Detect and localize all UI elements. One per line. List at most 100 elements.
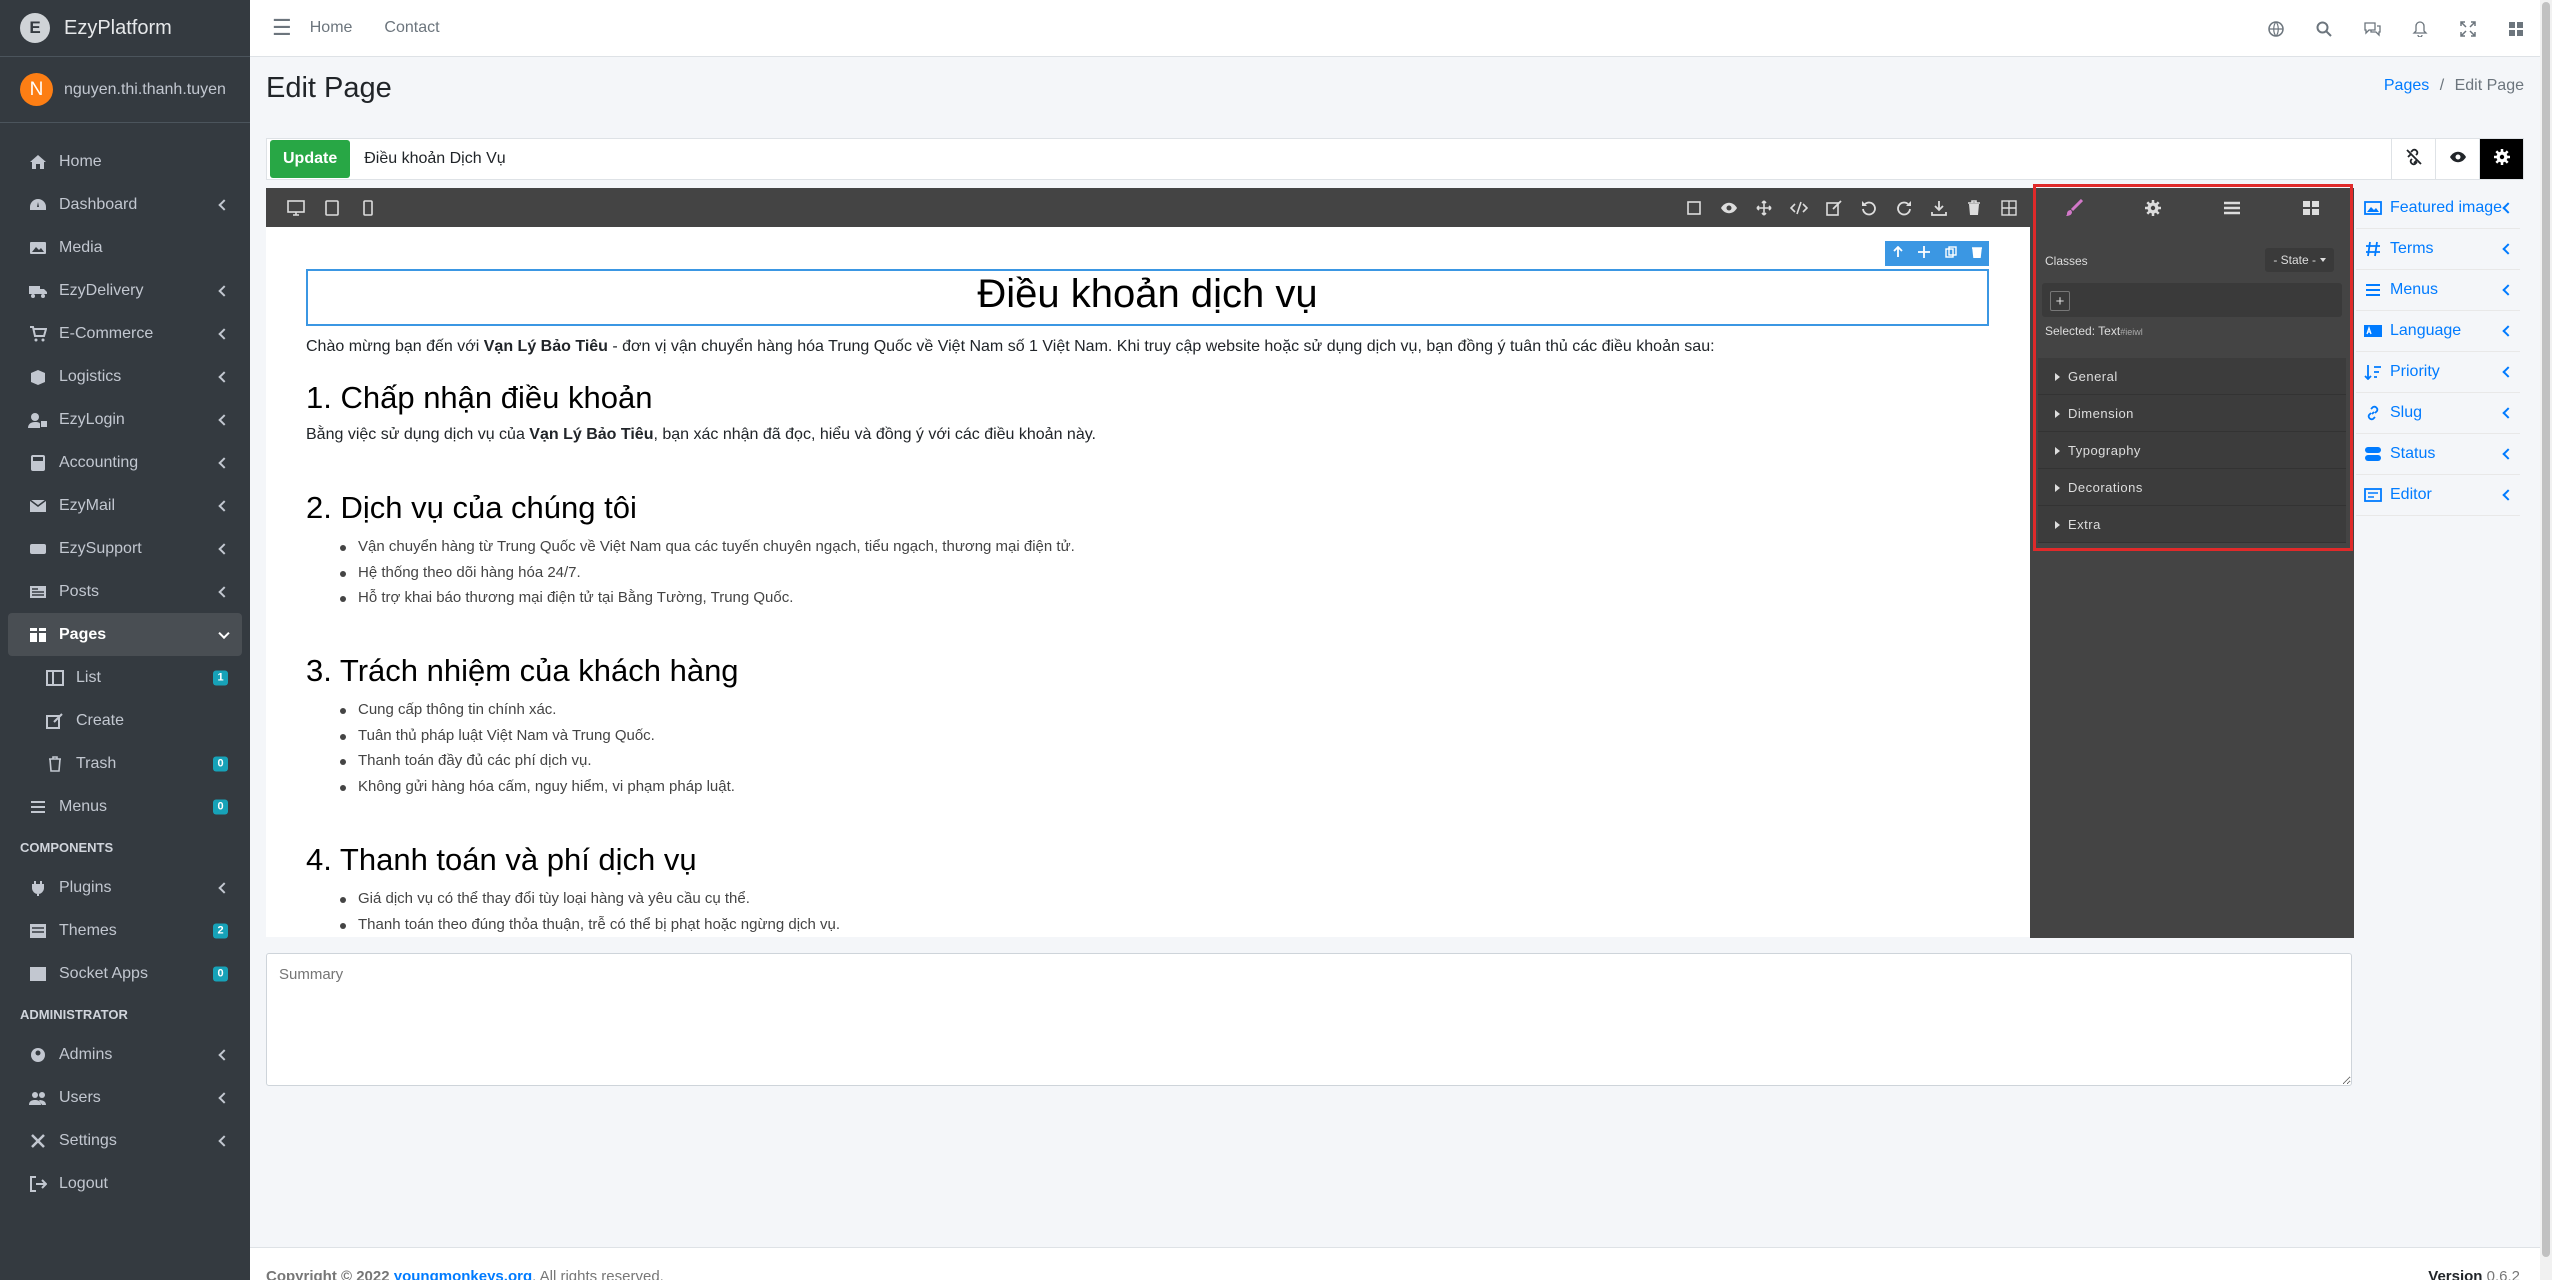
option-label: Language <box>2390 322 2462 339</box>
page-scrollbar[interactable] <box>2540 0 2552 1280</box>
sidebar-item-settings[interactable]: Settings <box>0 1119 250 1162</box>
section-2-title[interactable]: 2. Dịch vụ của chúng tôi <box>306 490 637 526</box>
truck-icon <box>27 283 49 299</box>
list-item[interactable]: Thanh toán đầy đủ các phí dịch vụ. <box>340 752 592 769</box>
settings-button[interactable] <box>2479 139 2523 179</box>
mobile-icon[interactable] <box>350 199 386 216</box>
undo-icon[interactable] <box>1851 200 1886 216</box>
sidebar-item-accounting[interactable]: Accounting <box>0 441 250 484</box>
sidebar-item-pages-create[interactable]: Create <box>0 699 250 742</box>
sidebar-item-pages-list[interactable]: List 1 <box>0 656 250 699</box>
chevron-left-icon <box>218 499 230 512</box>
list-item[interactable]: Thanh toán theo đúng thỏa thuận, trễ có … <box>339 916 840 933</box>
sidebar-item-media[interactable]: Media <box>0 226 250 269</box>
redo-icon[interactable] <box>1886 200 1921 216</box>
list-item[interactable]: Vận chuyển hàng từ Trung Quốc về Việt Na… <box>340 538 1075 555</box>
sidebar-item-posts[interactable]: Posts <box>0 570 250 613</box>
nav-link-contact[interactable]: Contact <box>384 19 439 37</box>
delete-icon[interactable] <box>1971 245 1982 263</box>
grid-import-icon[interactable] <box>1991 199 2026 216</box>
section-4-title[interactable]: 4. Thanh toán và phí dịch vụ <box>306 842 697 878</box>
navbar-right <box>2252 0 2540 57</box>
sidebar-item-ezymail[interactable]: EzyMail <box>0 484 250 527</box>
option-slug[interactable]: Slug <box>2356 393 2520 434</box>
list-item[interactable]: Cung cấp thông tin chính xác. <box>339 701 556 718</box>
list-item[interactable]: Không gửi hàng hóa cấm, nguy hiểm, vi ph… <box>340 778 735 795</box>
chevron-left-icon <box>2502 407 2514 419</box>
footer-link[interactable]: youngmonkeys.org <box>394 1268 532 1280</box>
sidebar-item-logout[interactable]: Logout <box>0 1162 250 1205</box>
option-menus[interactable]: Menus <box>2356 270 2520 311</box>
option-priority[interactable]: Priority <box>2356 352 2520 393</box>
sidebar-item-home[interactable]: Home <box>0 140 250 183</box>
option-featured-image[interactable]: Featured image <box>2356 188 2520 229</box>
option-status[interactable]: Status <box>2356 434 2520 475</box>
desktop-icon[interactable] <box>278 199 314 216</box>
square-outline-icon[interactable] <box>1676 200 1711 215</box>
sidebar-item-dashboard[interactable]: Dashboard <box>0 183 250 226</box>
posts-icon <box>27 584 49 600</box>
globe-icon[interactable] <box>2252 20 2300 37</box>
version-number: 0.6.2 <box>2482 1268 2520 1280</box>
sidebar-item-users[interactable]: Users <box>0 1076 250 1119</box>
code-icon[interactable] <box>1781 201 1816 215</box>
trash-icon <box>44 755 66 772</box>
sidebar-item-label: EzyMail <box>59 496 116 514</box>
fullscreen-icon[interactable] <box>2444 20 2492 37</box>
sidebar-item-logistics[interactable]: Logistics <box>0 355 250 398</box>
list-item[interactable]: Hệ thống theo dõi hàng hóa 24/7. <box>340 564 581 581</box>
scrollbar-thumb[interactable] <box>2542 2 2550 1257</box>
tablet-icon[interactable] <box>314 199 350 216</box>
footer-version: Version 0.6.2 <box>2428 1268 2520 1280</box>
chat-icon[interactable] <box>2348 21 2396 37</box>
option-editor[interactable]: Editor <box>2356 475 2520 516</box>
sidebar-item-ezylogin[interactable]: EzyLogin <box>0 398 250 441</box>
section-3-title[interactable]: 3. Trách nhiệm của khách hàng <box>306 653 739 689</box>
edit-icon[interactable] <box>1816 199 1851 216</box>
eye-icon[interactable] <box>1711 202 1746 214</box>
breadcrumb-link-pages[interactable]: Pages <box>2384 77 2429 94</box>
count-badge: 0 <box>213 966 228 981</box>
apps-grid-icon[interactable] <box>2492 21 2540 37</box>
list-item[interactable]: Giá dịch vụ có thể thay đổi tùy loại hàn… <box>340 890 750 907</box>
trash-icon[interactable] <box>1956 199 1991 216</box>
section-1-text[interactable]: Bằng việc sử dụng dịch vụ của Vạn Lý Bảo… <box>306 426 1096 444</box>
nav-link-home[interactable]: Home <box>310 19 353 37</box>
list-item[interactable]: Hỗ trợ khai báo thương mại điện tử tại B… <box>339 589 793 606</box>
option-terms[interactable]: Terms <box>2356 229 2520 270</box>
page-title-input[interactable] <box>350 140 2391 178</box>
editor-canvas[interactable]: Điều khoản dịch vụ Chào mừng bạn đến với… <box>266 227 2030 937</box>
move-icon[interactable] <box>1917 245 1930 263</box>
update-button[interactable]: Update <box>270 140 351 178</box>
brand-link[interactable]: E EzyPlatform <box>0 0 250 57</box>
preview-button[interactable] <box>2435 139 2479 179</box>
user-name[interactable]: nguyen.thi.thanh.tuyen <box>64 81 226 99</box>
sidebar-item-themes[interactable]: Themes 2 <box>0 909 250 952</box>
search-icon[interactable] <box>2300 21 2348 37</box>
sidebar-item-plugins[interactable]: Plugins <box>0 866 250 909</box>
content-intro[interactable]: Chào mừng bạn đến với Vạn Lý Bảo Tiêu - … <box>306 338 1715 356</box>
tools-icon <box>27 1133 49 1149</box>
copy-icon[interactable] <box>1944 245 1957 263</box>
sidebar-item-pages-trash[interactable]: Trash 0 <box>0 742 250 785</box>
option-language[interactable]: Language <box>2356 311 2520 352</box>
summary-textarea[interactable] <box>266 953 2352 1086</box>
arrow-up-icon[interactable] <box>1892 245 1903 263</box>
user-panel[interactable]: N nguyen.thi.thanh.tuyen <box>0 57 250 123</box>
section-1-title[interactable]: 1. Chấp nhận điều khoản <box>306 380 652 416</box>
bell-icon[interactable] <box>2396 20 2444 37</box>
download-icon[interactable] <box>1921 200 1956 216</box>
sidebar-item-menus[interactable]: Menus 0 <box>0 785 250 828</box>
hamburger-icon[interactable]: ☰ <box>272 15 292 41</box>
sidebar-item-admins[interactable]: Admins <box>0 1033 250 1076</box>
content-heading[interactable]: Điều khoản dịch vụ <box>306 272 1989 317</box>
sidebar-item-socket-apps[interactable]: Socket Apps 0 <box>0 952 250 995</box>
sidebar-item-ecommerce[interactable]: E-Commerce <box>0 312 250 355</box>
unlink-button[interactable] <box>2391 139 2435 179</box>
pages-icon <box>27 627 49 643</box>
sidebar-item-ezysupport[interactable]: EzySupport <box>0 527 250 570</box>
move-arrows-icon[interactable] <box>1746 199 1781 216</box>
list-item[interactable]: Tuân thủ pháp luật Việt Nam và Trung Quố… <box>340 727 655 744</box>
sidebar-item-pages[interactable]: Pages <box>8 613 242 656</box>
sidebar-item-ezydelivery[interactable]: EzyDelivery <box>0 269 250 312</box>
